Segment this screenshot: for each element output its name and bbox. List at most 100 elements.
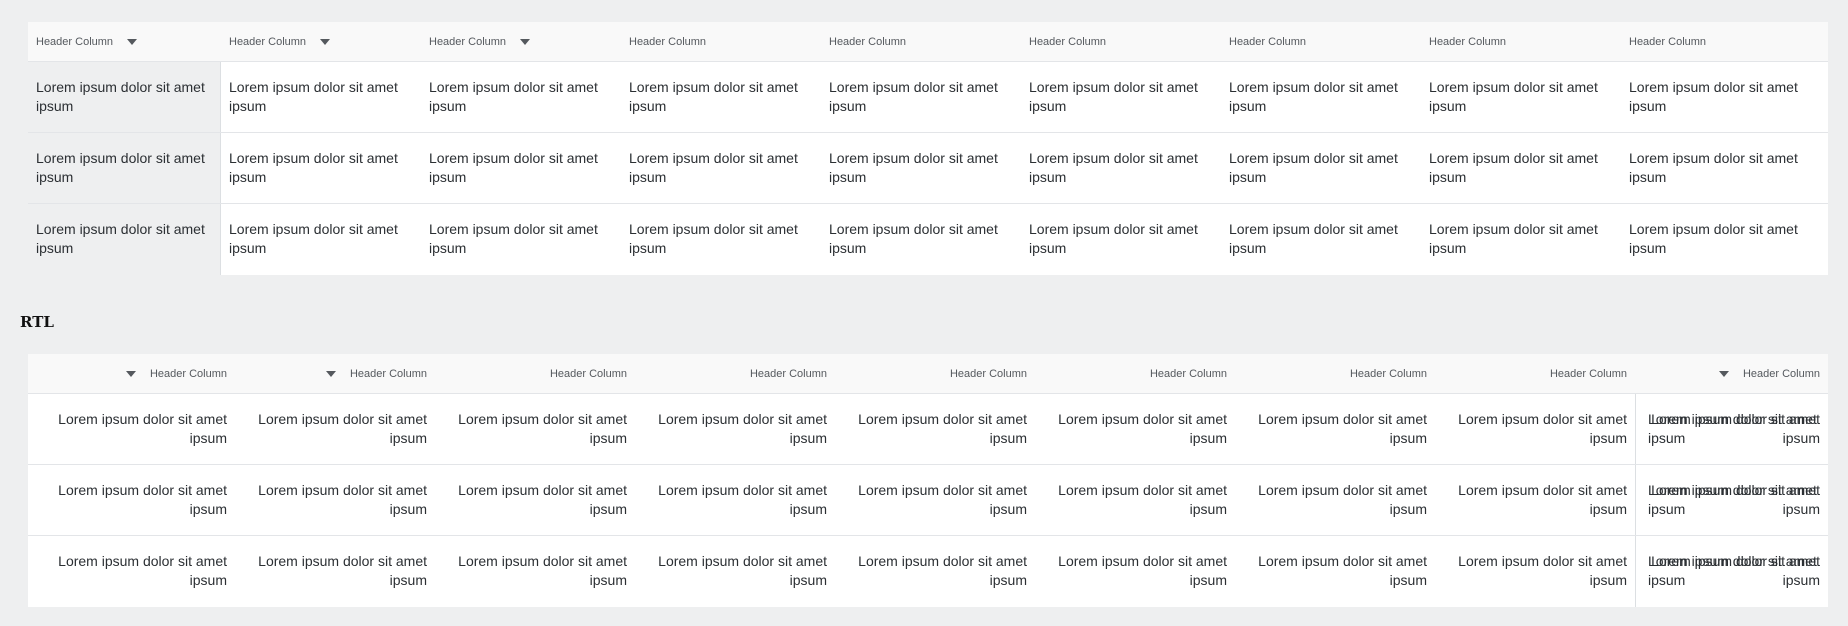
table-cell[interactable]: Lorem ipsum dolor sit amet ipsum <box>35 394 235 464</box>
sort-down-icon[interactable] <box>320 39 331 45</box>
table-cell[interactable]: Lorem ipsum dolor sit amet ipsum <box>635 536 835 607</box>
table-cell[interactable]: Lorem ipsum dolor sit amet ipsum <box>621 204 821 275</box>
header-cell[interactable]: Header Column <box>1221 22 1421 61</box>
header-cell-label: Header Column <box>36 35 114 48</box>
grid-header-row: Header Column Header Column Header Colum… <box>28 354 1828 394</box>
table-cell[interactable]: Lorem ipsum dolor sit amet ipsum <box>1621 62 1821 132</box>
table-cell[interactable]: Lorem ipsum dolor sit amet ipsum <box>1435 394 1635 464</box>
header-cell[interactable]: Header Column <box>28 22 221 61</box>
table-cell[interactable]: Lorem ipsum dolor sit amet ipsum <box>1035 536 1235 607</box>
header-cell-label: Header Column <box>949 367 1027 380</box>
table-cell[interactable]: Lorem ipsum dolor sit amet ipsum <box>235 536 435 607</box>
table-cell[interactable]: Lorem ipsum dolor sit amet ipsum <box>28 204 221 275</box>
sort-down-icon[interactable] <box>520 39 531 45</box>
header-cell-label: Header Column <box>229 35 307 48</box>
sort-down-icon[interactable] <box>1718 371 1729 377</box>
table-cell[interactable]: Lorem ipsum dolor sit amet ipsum <box>435 394 635 464</box>
grid-header-row: Header Column Header Column Header Colum… <box>28 22 1828 62</box>
table-cell[interactable]: Lorem ipsum dolor sit amet ipsum <box>28 133 221 203</box>
table-cell[interactable]: Lorem ipsum dolor sit amet ipsum <box>821 133 1021 203</box>
table-cell[interactable]: Lorem ipsum dolor sit amet ipsum <box>421 133 621 203</box>
table-cell[interactable]: Lorem ipsum dolor sit amet ipsum <box>635 394 835 464</box>
header-cell-label: Header Column <box>1229 35 1307 48</box>
table-cell[interactable]: Lorem ipsum dolor sit amet ipsum Lorem i… <box>1635 394 1828 464</box>
header-cell[interactable]: Header Column <box>221 22 421 61</box>
table-cell[interactable]: Lorem ipsum dolor sit amet ipsum <box>35 465 235 535</box>
table-cell[interactable]: Lorem ipsum dolor sit amet ipsum <box>1035 465 1235 535</box>
sort-down-icon[interactable] <box>125 371 136 377</box>
table-cell[interactable]: Lorem ipsum dolor sit amet ipsum <box>1021 133 1221 203</box>
table-cell[interactable]: Lorem ipsum dolor sit amet ipsum <box>835 536 1035 607</box>
table-cell[interactable]: Lorem ipsum dolor sit amet ipsum Lorem i… <box>1635 465 1828 535</box>
header-cell-label: Header Column <box>1742 367 1820 380</box>
data-grid-ltr: Header Column Header Column Header Colum… <box>28 22 1828 275</box>
table-cell[interactable]: Lorem ipsum dolor sit amet ipsum <box>821 62 1021 132</box>
header-cell[interactable]: Header Column <box>835 354 1035 393</box>
table-cell[interactable]: Lorem ipsum dolor sit amet ipsum <box>1221 204 1421 275</box>
table-cell[interactable]: Lorem ipsum dolor sit amet ipsum <box>835 465 1035 535</box>
sort-down-icon[interactable] <box>127 39 138 45</box>
header-cell[interactable]: Header Column <box>421 22 621 61</box>
header-cell[interactable]: Header Column <box>1035 354 1235 393</box>
table-cell[interactable]: Lorem ipsum dolor sit amet ipsum <box>35 536 235 607</box>
header-cell[interactable]: Header Column <box>635 354 835 393</box>
table-cell[interactable]: Lorem ipsum dolor sit amet ipsum <box>835 394 1035 464</box>
table-cell[interactable]: Lorem ipsum dolor sit amet ipsum <box>435 536 635 607</box>
table-cell[interactable]: Lorem ipsum dolor sit amet ipsum <box>621 133 821 203</box>
table-cell[interactable]: Lorem ipsum dolor sit amet ipsum <box>421 62 621 132</box>
header-cell[interactable]: Header Column <box>1621 22 1821 61</box>
section-title-rtl: RTL <box>20 313 54 331</box>
header-cell-label: Header Column <box>1629 35 1707 48</box>
header-cell[interactable]: Header Column <box>35 354 235 393</box>
header-cell[interactable]: Header Column <box>1021 22 1221 61</box>
table-cell[interactable]: Lorem ipsum dolor sit amet ipsum <box>1021 204 1221 275</box>
table-cell[interactable]: Lorem ipsum dolor sit amet ipsum <box>28 62 221 132</box>
table-cell[interactable]: Lorem ipsum dolor sit amet ipsum <box>1235 536 1435 607</box>
header-cell[interactable]: Header Column <box>1435 354 1635 393</box>
table-cell[interactable]: Lorem ipsum dolor sit amet ipsum <box>1221 62 1421 132</box>
table-cell[interactable]: Lorem ipsum dolor sit amet ipsum <box>1435 536 1635 607</box>
table-row[interactable]: Lorem ipsum dolor sit amet ipsum Lorem i… <box>28 394 1828 465</box>
table-row[interactable]: Lorem ipsum dolor sit amet ipsum Lorem i… <box>28 204 1828 275</box>
table-cell[interactable]: Lorem ipsum dolor sit amet ipsum <box>235 465 435 535</box>
table-cell[interactable]: Lorem ipsum dolor sit amet ipsum <box>635 465 835 535</box>
header-cell-label: Header Column <box>429 35 507 48</box>
table-cell[interactable]: Lorem ipsum dolor sit amet ipsum <box>1021 62 1221 132</box>
table-cell[interactable]: Lorem ipsum dolor sit amet ipsum <box>1621 204 1821 275</box>
sort-down-icon[interactable] <box>325 371 336 377</box>
table-cell[interactable]: Lorem ipsum dolor sit amet ipsum <box>221 133 421 203</box>
table-cell[interactable]: Lorem ipsum dolor sit amet ipsum <box>235 394 435 464</box>
table-cell[interactable]: Lorem ipsum dolor sit amet ipsum <box>1235 465 1435 535</box>
header-cell-label: Header Column <box>1429 35 1507 48</box>
table-row[interactable]: Lorem ipsum dolor sit amet ipsum Lorem i… <box>28 465 1828 536</box>
table-cell[interactable]: Lorem ipsum dolor sit amet ipsum <box>821 204 1021 275</box>
table-cell[interactable]: Lorem ipsum dolor sit amet ipsum <box>1035 394 1235 464</box>
header-cell[interactable]: Header Column <box>435 354 635 393</box>
table-cell[interactable]: Lorem ipsum dolor sit amet ipsum <box>1621 133 1821 203</box>
header-cell[interactable]: Header Column <box>821 22 1021 61</box>
table-cell[interactable]: Lorem ipsum dolor sit amet ipsum <box>221 62 421 132</box>
table-cell[interactable]: Lorem ipsum dolor sit amet ipsum <box>1435 465 1635 535</box>
table-cell[interactable]: Lorem ipsum dolor sit amet ipsum <box>1421 133 1621 203</box>
table-cell[interactable]: Lorem ipsum dolor sit amet ipsum <box>435 465 635 535</box>
header-cell[interactable]: Header Column <box>235 354 435 393</box>
table-cell[interactable]: Lorem ipsum dolor sit amet ipsum <box>1235 394 1435 464</box>
table-cell[interactable]: Lorem ipsum dolor sit amet ipsum <box>1421 62 1621 132</box>
table-row[interactable]: Lorem ipsum dolor sit amet ipsum Lorem i… <box>28 62 1828 133</box>
header-cell-label: Header Column <box>749 367 827 380</box>
table-cell[interactable]: Lorem ipsum dolor sit amet ipsum <box>1421 204 1621 275</box>
table-row[interactable]: Lorem ipsum dolor sit amet ipsum Lorem i… <box>28 536 1828 607</box>
data-grid-rtl: Header Column Header Column Header Colum… <box>28 354 1828 607</box>
table-cell[interactable]: Lorem ipsum dolor sit amet ipsum Lorem i… <box>1635 536 1828 607</box>
header-cell[interactable]: Header Column <box>1421 22 1621 61</box>
header-cell-label: Header Column <box>1029 35 1107 48</box>
table-cell[interactable]: Lorem ipsum dolor sit amet ipsum <box>621 62 821 132</box>
table-row[interactable]: Lorem ipsum dolor sit amet ipsum Lorem i… <box>28 133 1828 204</box>
table-cell[interactable]: Lorem ipsum dolor sit amet ipsum <box>221 204 421 275</box>
header-cell[interactable]: Header Column <box>1635 354 1828 393</box>
table-cell[interactable]: Lorem ipsum dolor sit amet ipsum <box>1221 133 1421 203</box>
table-cell[interactable]: Lorem ipsum dolor sit amet ipsum <box>421 204 621 275</box>
cell-text: Lorem ipsum dolor sit amet ipsum <box>1651 482 1820 517</box>
header-cell[interactable]: Header Column <box>621 22 821 61</box>
header-cell[interactable]: Header Column <box>1235 354 1435 393</box>
